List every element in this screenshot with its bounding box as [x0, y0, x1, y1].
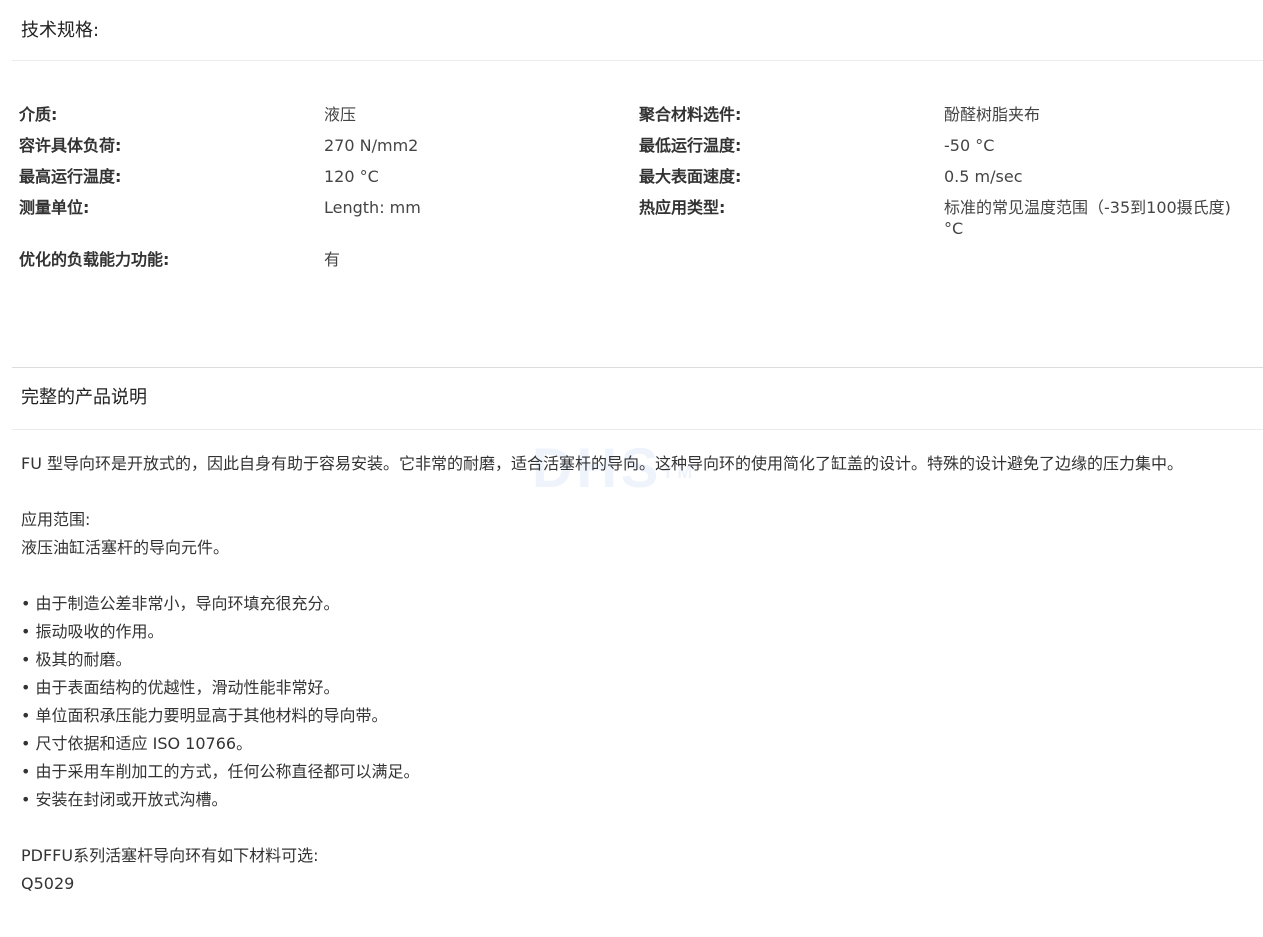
spec-label-unit: 测量单位: — [19, 198, 90, 217]
spec-table: 介质: 液压 聚合材料选件: 酚醛树脂夹布 容许具体负荷: 270 N/mm2 … — [19, 104, 1259, 280]
feature-bullet: • 由于表面结构的优越性，滑动性能非常好。 — [21, 678, 340, 697]
spec-row: 介质: 液压 聚合材料选件: 酚醛树脂夹布 — [19, 104, 1259, 135]
spec-value-optimized-load: 有 — [324, 250, 341, 269]
feature-bullet: • 由于采用车削加工的方式，任何公称直径都可以满足。 — [21, 762, 420, 781]
intro-paragraph: FU 型导向环是开放式的，因此自身有助于容易安装。它非常的耐磨，适合活塞杆的导向… — [21, 454, 1184, 473]
materials-label: PDFFU系列活塞杆导向环有如下材料可选: — [21, 846, 319, 865]
material-item: Q5029 — [21, 874, 75, 893]
spec-value-unit: Length: mm — [324, 198, 421, 217]
spec-label-optimized-load: 优化的负载能力功能: — [19, 250, 170, 269]
spec-value-medium: 液压 — [324, 105, 357, 124]
spec-section-title: 技术规格: — [12, 0, 1263, 61]
spec-value-allowable-load: 270 N/mm2 — [324, 136, 419, 155]
spec-label-max-temp: 最高运行温度: — [19, 167, 122, 186]
spec-label-min-temp: 最低运行温度: — [639, 136, 742, 155]
spec-value-min-temp: -50 °C — [944, 136, 995, 155]
spec-row: 测量单位: Length: mm 热应用类型: 标准的常见温度范围（-35到10… — [19, 197, 1259, 249]
spec-value-max-speed: 0.5 m/sec — [944, 167, 1023, 186]
desc-section-title: 完整的产品说明 — [12, 368, 1263, 430]
spec-label-max-speed: 最大表面速度: — [639, 167, 742, 186]
feature-bullet: • 极其的耐磨。 — [21, 650, 132, 669]
spec-row: 优化的负载能力功能: 有 — [19, 249, 1259, 280]
spec-row: 最高运行温度: 120 °C 最大表面速度: 0.5 m/sec — [19, 166, 1259, 197]
spec-label-polymer-option: 聚合材料选件: — [639, 105, 742, 124]
feature-bullet: • 安装在封闭或开放式沟槽。 — [21, 790, 228, 809]
spec-label-thermal-type: 热应用类型: — [639, 198, 726, 217]
application-text: 液压油缸活塞杆的导向元件。 — [21, 538, 230, 557]
description-body: FU 型导向环是开放式的，因此自身有助于容易安装。它非常的耐磨，适合活塞杆的导向… — [21, 450, 1257, 898]
spec-value-max-temp: 120 °C — [324, 167, 379, 186]
spec-value-polymer-option: 酚醛树脂夹布 — [944, 105, 1041, 124]
spec-label-allowable-load: 容许具体负荷: — [19, 136, 122, 155]
spec-row: 容许具体负荷: 270 N/mm2 最低运行温度: -50 °C — [19, 135, 1259, 166]
spec-label-medium: 介质: — [19, 105, 58, 124]
feature-bullet: • 振动吸收的作用。 — [21, 622, 164, 641]
feature-bullet: • 由于制造公差非常小，导向环填充很充分。 — [21, 594, 340, 613]
feature-bullet: • 尺寸依据和适应 ISO 10766。 — [21, 734, 253, 753]
feature-bullet: • 单位面积承压能力要明显高于其他材料的导向带。 — [21, 706, 388, 725]
application-label: 应用范围: — [21, 510, 91, 529]
spec-value-empty — [944, 249, 1234, 280]
spec-value-thermal-type: 标准的常见温度范围（-35到100摄氏度) °C — [944, 198, 1231, 238]
spec-label-empty — [639, 249, 944, 280]
